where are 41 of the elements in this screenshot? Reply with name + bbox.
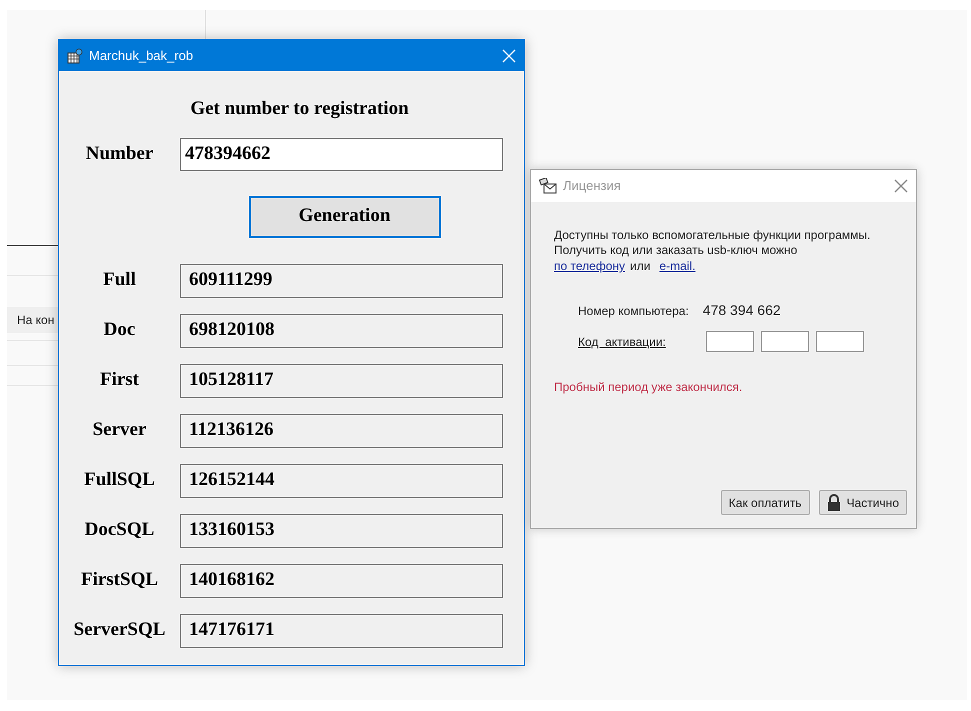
code-label: FirstSQL bbox=[80, 568, 158, 592]
message-text: Получить код или заказать usb-ключ можно bbox=[554, 243, 798, 258]
phone-link[interactable]: по телефону bbox=[554, 258, 625, 274]
window-title: Лицензия bbox=[563, 177, 622, 196]
form-heading: Get number to registration bbox=[190, 97, 409, 121]
code-label: Doc bbox=[104, 318, 136, 342]
code-label: FullSQL bbox=[84, 468, 155, 492]
number-label: Number bbox=[86, 142, 154, 166]
code-label: Server bbox=[92, 418, 146, 442]
activation-field[interactable] bbox=[706, 331, 754, 352]
envelope-icon bbox=[539, 178, 557, 194]
app-icon bbox=[67, 48, 83, 64]
partial-button[interactable]: Частично bbox=[818, 490, 907, 515]
code-label: DocSQL bbox=[84, 518, 154, 542]
number-field[interactable]: 478394662 bbox=[180, 138, 503, 170]
row-text: На кон bbox=[17, 312, 54, 329]
computer-number-label: Номер компьютера: bbox=[578, 302, 689, 320]
activation-field[interactable] bbox=[816, 331, 864, 352]
activation-field[interactable] bbox=[761, 331, 809, 352]
generation-button[interactable]: Generation bbox=[248, 196, 440, 238]
code-label: First bbox=[100, 368, 140, 392]
code-label: Full bbox=[103, 268, 136, 292]
code-field[interactable]: 126152144 bbox=[180, 464, 503, 498]
code-field[interactable]: 147176171 bbox=[180, 614, 503, 648]
window-title: Marchuk_bak_rob bbox=[89, 46, 194, 65]
activation-label: Код активации: bbox=[578, 334, 667, 350]
code-field[interactable]: 105128117 bbox=[180, 364, 503, 398]
message-text: Доступны только вспомогательные функции программы. bbox=[554, 228, 872, 243]
code-field[interactable]: 698120108 bbox=[180, 314, 503, 348]
code-field[interactable]: 140168162 bbox=[180, 564, 503, 598]
trial-message: Пробный период уже закончился. bbox=[554, 379, 744, 396]
code-field[interactable]: 133160153 bbox=[180, 514, 503, 548]
code-label: ServerSQL bbox=[74, 618, 166, 642]
code-field[interactable]: 112136126 bbox=[180, 414, 503, 448]
close-icon[interactable] bbox=[894, 179, 908, 193]
payment-button[interactable]: Как оплатить bbox=[720, 490, 810, 515]
email-link[interactable]: e-mail. bbox=[659, 258, 696, 274]
or-text: или bbox=[630, 258, 650, 274]
lock-icon bbox=[826, 494, 841, 511]
code-field[interactable]: 609111299 bbox=[180, 264, 503, 298]
computer-number: 478 394 662 bbox=[702, 301, 781, 320]
